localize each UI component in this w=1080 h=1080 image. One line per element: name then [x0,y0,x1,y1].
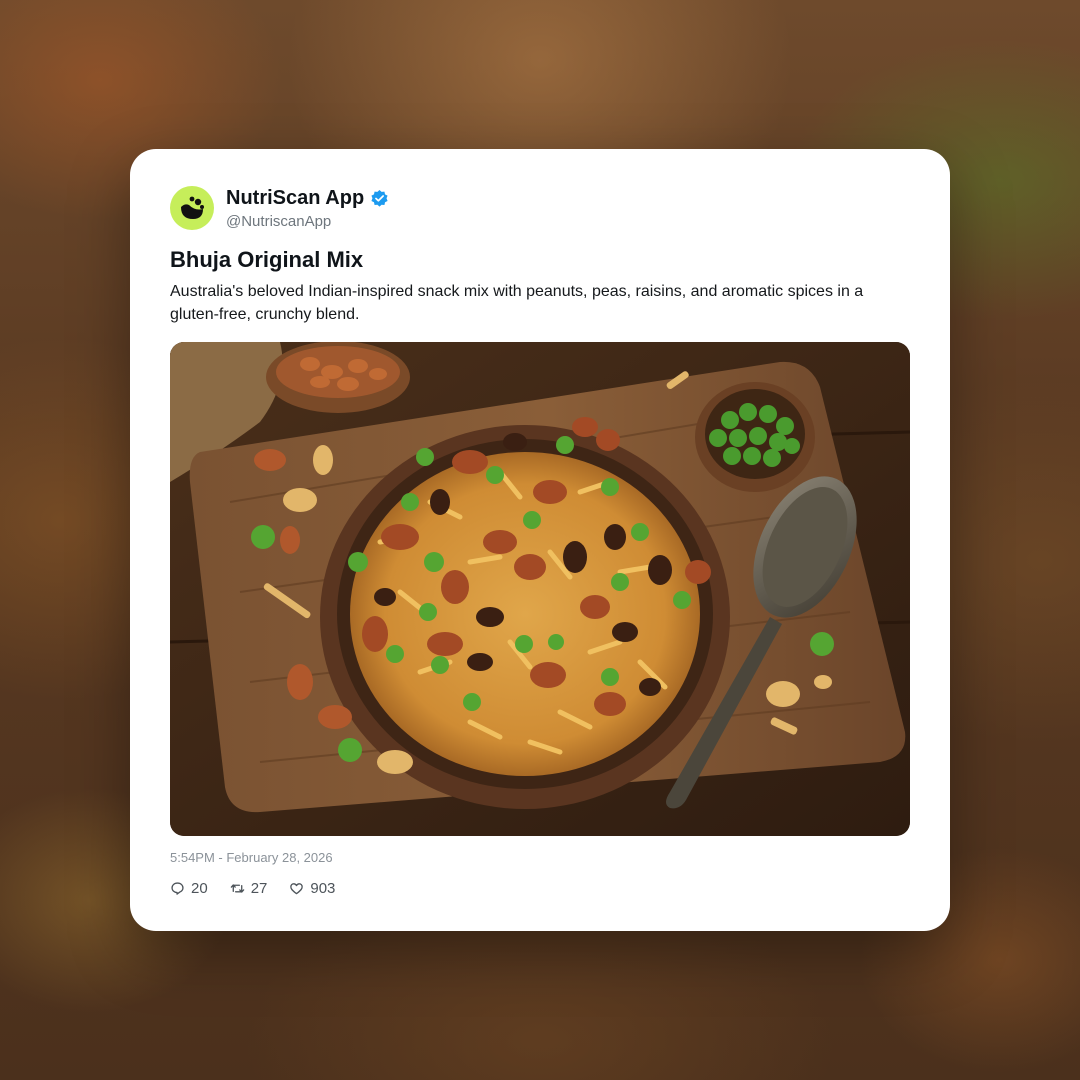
heart-icon [290,883,304,895]
post-text: Australia's beloved Indian-inspired snac… [170,283,864,323]
reply-icon [171,882,184,895]
repost-button[interactable]: 27 [230,880,268,897]
post-actions: 20 27 903 [170,880,357,897]
post-title: Bhuja Original Mix [170,247,364,272]
like-button[interactable]: 903 [289,880,335,897]
author-display-name[interactable]: NutriScan App [226,187,364,210]
author-handle[interactable]: @NutriscanApp [226,213,389,230]
author-names: NutriScan App @NutriscanApp [226,187,389,230]
repost-count: 27 [250,880,268,897]
reply-button[interactable]: 20 [170,880,208,897]
like-count: 903 [310,880,336,897]
snack-mix-photo [170,342,910,836]
repost-icon [230,884,244,893]
post-timestamp[interactable]: 5:54PM - February 28, 2026 [170,850,333,865]
post-image[interactable] [170,342,910,836]
verified-badge-icon [371,189,388,207]
post-header: NutriScan App @NutriscanApp [170,185,389,231]
reply-count: 20 [191,880,208,897]
nutriscan-logo-icon [181,196,204,219]
avatar[interactable] [170,186,214,230]
post-card: NutriScan App @NutriscanApp Bhuja Origin… [130,149,950,931]
